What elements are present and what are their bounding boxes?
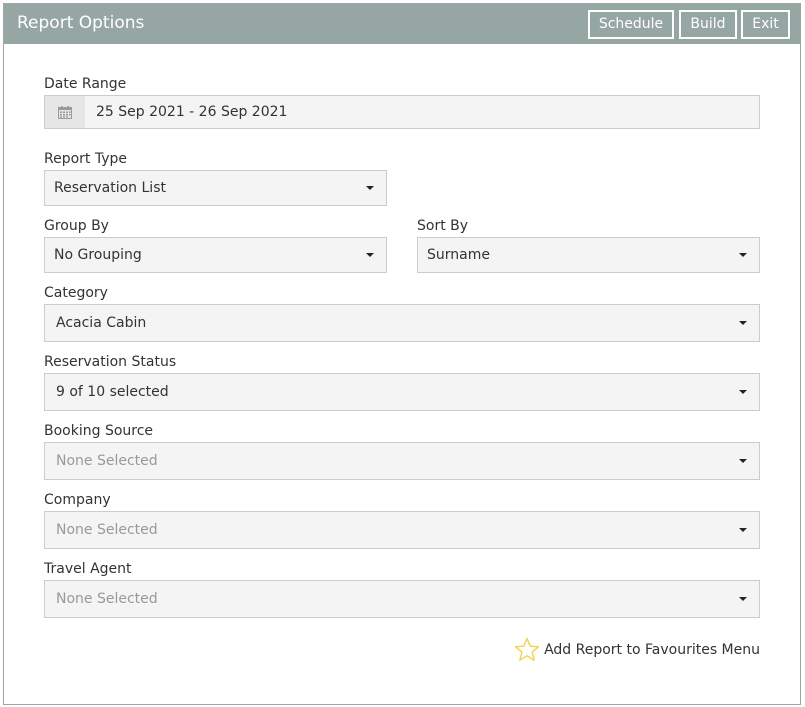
star-icon	[514, 637, 540, 661]
chevron-down-icon	[739, 390, 747, 394]
booking-source-value: None Selected	[56, 453, 158, 469]
schedule-button[interactable]: Schedule	[588, 10, 674, 39]
calendar-addon[interactable]	[45, 96, 85, 128]
report-type-select[interactable]: Reservation List	[44, 170, 387, 206]
reservation-status-value: 9 of 10 selected	[56, 384, 169, 400]
date-range-field[interactable]: 25 Sep 2021 - 26 Sep 2021	[44, 95, 760, 129]
add-to-favourites-label: Add Report to Favourites Menu	[544, 642, 760, 658]
booking-source-label: Booking Source	[44, 423, 154, 439]
date-range-value: 25 Sep 2021 - 26 Sep 2021	[96, 104, 288, 120]
add-to-favourites-link[interactable]: Add Report to Favourites Menu	[514, 636, 760, 664]
chevron-down-icon	[739, 597, 747, 601]
sort-by-label: Sort By	[417, 218, 469, 234]
chevron-down-icon	[366, 186, 374, 190]
company-select[interactable]: None Selected	[44, 511, 760, 549]
category-select[interactable]: Acacia Cabin	[44, 304, 760, 342]
chevron-down-icon	[366, 253, 374, 257]
report-type-label: Report Type	[44, 151, 128, 167]
company-value: None Selected	[56, 522, 158, 538]
category-value: Acacia Cabin	[56, 315, 147, 331]
group-by-value: No Grouping	[54, 247, 142, 263]
chevron-down-icon	[739, 459, 747, 463]
calendar-icon	[58, 106, 72, 119]
group-by-select[interactable]: No Grouping	[44, 237, 387, 273]
chevron-down-icon	[739, 321, 747, 325]
date-range-label: Date Range	[44, 76, 127, 92]
chevron-down-icon	[739, 253, 747, 257]
travel-agent-value: None Selected	[56, 591, 158, 607]
reservation-status-label: Reservation Status	[44, 354, 177, 370]
travel-agent-label: Travel Agent	[44, 561, 132, 577]
company-label: Company	[44, 492, 111, 508]
exit-button[interactable]: Exit	[741, 10, 790, 39]
panel-header: Report Options Schedule Build Exit	[4, 4, 800, 44]
reservation-status-select[interactable]: 9 of 10 selected	[44, 373, 760, 411]
group-by-label: Group By	[44, 218, 109, 234]
report-options-panel: Report Options Schedule Build Exit Date …	[3, 3, 801, 705]
chevron-down-icon	[739, 528, 747, 532]
report-type-value: Reservation List	[54, 180, 166, 196]
category-label: Category	[44, 285, 108, 301]
travel-agent-select[interactable]: None Selected	[44, 580, 760, 618]
build-button[interactable]: Build	[679, 10, 737, 39]
sort-by-value: Surname	[427, 247, 490, 263]
page-title: Report Options	[17, 13, 145, 33]
sort-by-select[interactable]: Surname	[417, 237, 760, 273]
booking-source-select[interactable]: None Selected	[44, 442, 760, 480]
